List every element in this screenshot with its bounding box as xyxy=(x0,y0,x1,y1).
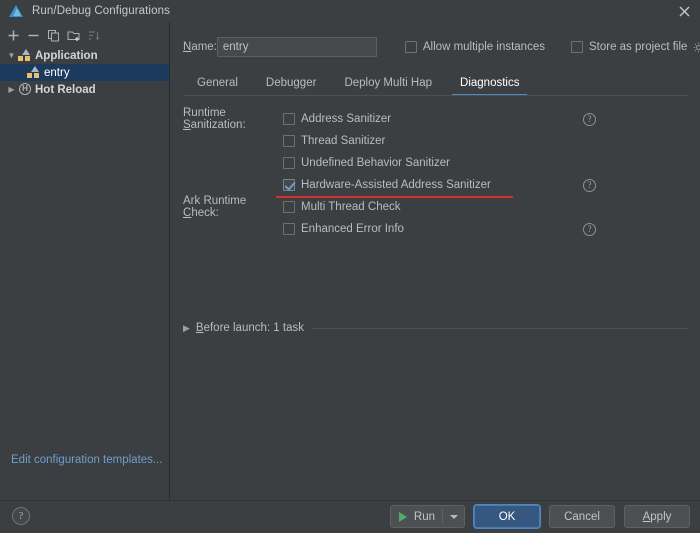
title-bar: Run/Debug Configurations xyxy=(0,0,700,22)
checkbox-box xyxy=(571,41,583,53)
tree-node-entry[interactable]: entry xyxy=(0,64,169,81)
app-logo-icon xyxy=(8,3,24,19)
folder-add-icon[interactable] xyxy=(65,27,82,44)
chevron-right-icon[interactable]: ▶ xyxy=(183,323,190,334)
run-debug-configurations-dialog: Run/Debug Configurations xyxy=(0,0,700,533)
before-launch-label: Before launch: 1 task xyxy=(196,322,304,334)
chevron-right-icon[interactable]: ▶ xyxy=(5,85,18,94)
multi-thread-check-checkbox[interactable]: Multi Thread Check xyxy=(283,201,401,213)
runtime-sanitization-row: Runtime Sanitization: Address Sanitizer … xyxy=(183,108,700,130)
application-icon xyxy=(27,66,41,79)
play-icon xyxy=(399,512,407,522)
configurations-sidebar: ▼ Application entry ▶ H Hot Reload xyxy=(0,22,170,500)
chevron-down-icon[interactable] xyxy=(450,515,458,519)
tab-general[interactable]: General xyxy=(183,77,252,96)
help-icon[interactable]: ? xyxy=(583,223,596,236)
before-launch-section[interactable]: ▶ Before launch: 1 task xyxy=(183,322,688,334)
enhanced-error-info-label: Enhanced Error Info xyxy=(301,223,404,235)
remove-configuration-button[interactable] xyxy=(25,27,42,44)
store-as-project-file-checkbox[interactable]: Store as project file xyxy=(571,41,700,53)
name-label: Name: xyxy=(183,41,217,53)
configuration-tabs: General Debugger Deploy Multi Hap Diagno… xyxy=(171,70,700,96)
sort-configurations-button[interactable] xyxy=(85,27,102,44)
help-icon[interactable]: ? xyxy=(583,113,596,126)
section-divider xyxy=(312,328,688,329)
address-sanitizer-checkbox[interactable]: Address Sanitizer xyxy=(283,113,391,125)
tree-node-label: entry xyxy=(44,67,70,79)
thread-sanitizer-label: Thread Sanitizer xyxy=(301,135,385,147)
runtime-sanitization-label: Runtime Sanitization: xyxy=(183,107,283,131)
diagnostics-settings: Runtime Sanitization: Address Sanitizer … xyxy=(171,96,700,240)
cancel-button[interactable]: Cancel xyxy=(549,505,615,528)
sidebar-toolbar xyxy=(0,25,169,45)
checkbox-box xyxy=(283,113,295,125)
checkbox-box xyxy=(283,179,295,191)
apply-button[interactable]: Apply xyxy=(624,505,690,528)
checkbox-box xyxy=(283,201,295,213)
dialog-footer: ? Run OK Cancel Apply xyxy=(0,500,700,533)
configurations-tree: ▼ Application entry ▶ H Hot Reload xyxy=(0,47,169,98)
checkbox-box xyxy=(283,135,295,147)
checkbox-box xyxy=(283,157,295,169)
chevron-down-icon[interactable]: ▼ xyxy=(5,51,18,60)
help-icon[interactable]: ? xyxy=(12,507,30,525)
run-button-label: Run xyxy=(414,511,435,523)
store-as-project-file-label: Store as project file xyxy=(589,41,687,53)
checkbox-box xyxy=(405,41,417,53)
gear-icon[interactable] xyxy=(693,42,700,53)
add-configuration-button[interactable] xyxy=(5,27,22,44)
help-icon[interactable]: ? xyxy=(583,179,596,192)
enhanced-error-info-checkbox[interactable]: Enhanced Error Info xyxy=(283,223,404,235)
enhanced-error-info-row: Enhanced Error Info ? xyxy=(183,218,700,240)
address-sanitizer-label: Address Sanitizer xyxy=(301,113,391,125)
allow-multiple-instances-label: Allow multiple instances xyxy=(423,41,545,53)
run-button[interactable]: Run xyxy=(390,505,465,528)
undefined-behavior-sanitizer-row: Undefined Behavior Sanitizer xyxy=(183,152,700,174)
window-title: Run/Debug Configurations xyxy=(32,5,170,17)
tree-node-application[interactable]: ▼ Application xyxy=(0,47,169,64)
close-icon[interactable] xyxy=(674,2,694,20)
allow-multiple-instances-checkbox[interactable]: Allow multiple instances xyxy=(405,41,545,53)
copy-configuration-button[interactable] xyxy=(45,27,62,44)
highlight-underline xyxy=(276,196,513,198)
tab-deploy-multi-hap[interactable]: Deploy Multi Hap xyxy=(330,77,446,96)
hardware-assisted-address-sanitizer-row: Hardware-Assisted Address Sanitizer ? xyxy=(183,174,700,196)
tab-debugger[interactable]: Debugger xyxy=(252,77,331,96)
ok-button[interactable]: OK xyxy=(474,505,540,528)
tabs-divider xyxy=(183,95,688,96)
edit-configuration-templates-link[interactable]: Edit configuration templates... xyxy=(11,454,163,466)
thread-sanitizer-row: Thread Sanitizer xyxy=(183,130,700,152)
dialog-buttons: Run OK Cancel Apply xyxy=(390,505,690,528)
hardware-assisted-address-sanitizer-checkbox[interactable]: Hardware-Assisted Address Sanitizer xyxy=(283,179,491,191)
tree-node-hot-reload[interactable]: ▶ H Hot Reload xyxy=(0,81,169,98)
name-input[interactable] xyxy=(217,37,377,57)
tab-diagnostics[interactable]: Diagnostics xyxy=(446,77,533,96)
hot-reload-icon: H xyxy=(18,83,32,96)
checkbox-box xyxy=(283,223,295,235)
hardware-assisted-address-sanitizer-label: Hardware-Assisted Address Sanitizer xyxy=(301,179,491,191)
tree-node-label: Hot Reload xyxy=(35,84,96,96)
application-icon xyxy=(18,49,32,62)
run-button-divider xyxy=(442,509,443,524)
configuration-editor-panel: Name: Allow multiple instances Store as … xyxy=(171,22,700,500)
ark-runtime-check-row: Ark Runtime Check: Multi Thread Check xyxy=(183,196,700,218)
multi-thread-check-label: Multi Thread Check xyxy=(301,201,401,213)
undefined-behavior-sanitizer-label: Undefined Behavior Sanitizer xyxy=(301,157,450,169)
ark-runtime-check-label: Ark Runtime Check: xyxy=(183,195,283,219)
thread-sanitizer-checkbox[interactable]: Thread Sanitizer xyxy=(283,135,385,147)
name-row: Name: Allow multiple instances Store as … xyxy=(171,36,700,58)
tree-node-label: Application xyxy=(35,50,98,62)
undefined-behavior-sanitizer-checkbox[interactable]: Undefined Behavior Sanitizer xyxy=(283,157,450,169)
